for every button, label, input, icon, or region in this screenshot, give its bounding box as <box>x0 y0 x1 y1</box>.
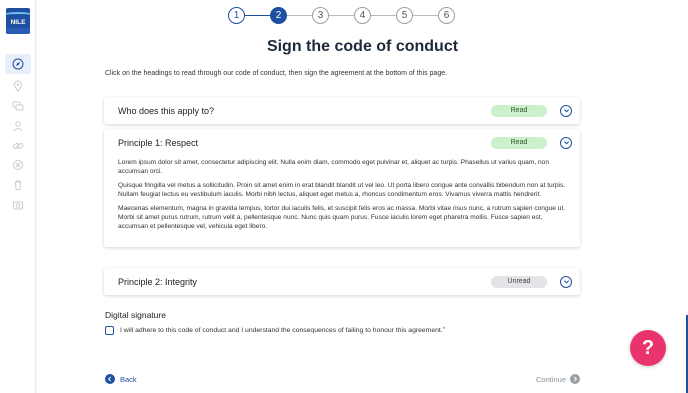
agreement-checkbox[interactable] <box>105 326 114 335</box>
step-connector <box>286 15 312 16</box>
chevron-down-icon[interactable] <box>560 275 572 288</box>
step-3[interactable]: 3 <box>312 7 329 24</box>
arrow-right-icon <box>570 374 581 384</box>
body-paragraph: Lorem ipsum dolor sit amet, consectetur … <box>118 159 550 175</box>
compass-icon[interactable] <box>5 54 31 74</box>
main-content: 1 2 3 4 5 6 Sign the code of conduct Cli… <box>37 0 688 393</box>
step-2[interactable]: 2 <box>270 7 287 24</box>
accordion-title: Who does this apply to? <box>118 105 215 116</box>
step-6[interactable]: 6 <box>438 7 455 24</box>
accordion-body: Lorem ipsum dolor sit amet, consectetur … <box>104 156 580 247</box>
trash-icon[interactable] <box>5 175 31 195</box>
status-badge: Unread <box>491 275 547 288</box>
status-badge: Read <box>491 136 547 149</box>
step-4[interactable]: 4 <box>354 7 371 24</box>
step-connector <box>370 15 396 16</box>
step-connector <box>244 15 270 16</box>
status-badge: Read <box>491 104 547 117</box>
step-connector <box>328 15 354 16</box>
sidebar: NILE <box>0 0 36 393</box>
nile-logo[interactable]: NILE <box>6 8 30 34</box>
back-label: Back <box>120 374 137 384</box>
chevron-down-icon[interactable] <box>560 104 572 117</box>
required-mark: * <box>442 327 446 333</box>
accordion-title: Principle 1: Respect <box>118 137 199 148</box>
logo-text: NILE <box>10 19 26 26</box>
user-icon[interactable] <box>5 116 31 136</box>
link-icon[interactable] <box>5 136 31 156</box>
cancel-icon[interactable] <box>5 155 31 175</box>
continue-button[interactable]: Continue <box>536 374 581 384</box>
body-paragraph: Maecenas elementum, magna in gravida tem… <box>118 205 566 230</box>
progress-stepper: 1 2 3 4 5 6 <box>228 7 458 24</box>
signature-row: I will adhere to this code of conduct an… <box>105 326 445 335</box>
step-connector <box>412 15 438 16</box>
accordion-respect: Principle 1: Respect Read Lorem ipsum do… <box>104 129 580 248</box>
page-title: Sign the code of conduct <box>266 38 459 55</box>
continue-label: Continue <box>536 374 567 384</box>
help-button[interactable]: ? <box>630 330 666 366</box>
signature-title: Digital signature <box>105 310 166 320</box>
accordion-header[interactable]: Who does this apply to? Read <box>104 97 580 124</box>
accordion-title: Principle 2: Integrity <box>118 276 198 287</box>
accordion-who-applies: Who does this apply to? Read <box>104 97 580 124</box>
location-pin-icon[interactable] <box>5 76 31 96</box>
chat-icon[interactable] <box>5 96 31 116</box>
step-5[interactable]: 5 <box>396 7 413 24</box>
step-1[interactable]: 1 <box>228 7 245 24</box>
chevron-up-icon[interactable] <box>560 136 572 149</box>
accordion-header[interactable]: Principle 1: Respect Read <box>104 129 580 156</box>
back-button[interactable]: Back <box>105 374 137 384</box>
body-paragraph: Quisque fringilla vel metus a sollicitud… <box>118 182 566 198</box>
agreement-label[interactable]: I will adhere to this code of conduct an… <box>120 327 445 334</box>
accordion-header[interactable]: Principle 2: Integrity Unread <box>104 268 580 295</box>
arrow-left-icon <box>105 374 115 384</box>
agreement-text: I will adhere to this code of conduct an… <box>120 327 443 334</box>
accordion-integrity: Principle 2: Integrity Unread <box>104 268 580 295</box>
intro-text: Click on the headings to read through ou… <box>105 70 448 77</box>
camera-icon[interactable] <box>5 195 31 215</box>
